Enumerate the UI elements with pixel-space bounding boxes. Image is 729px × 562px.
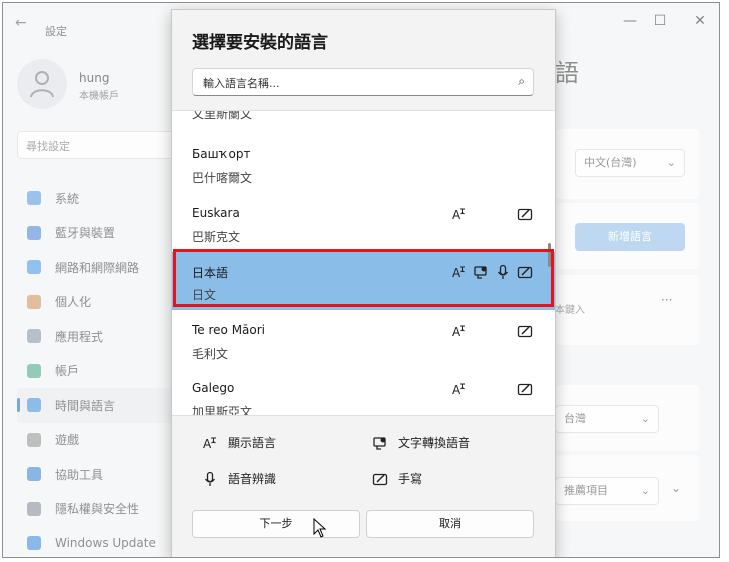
legend-text-to-speech: 文字轉換語音 bbox=[372, 434, 470, 451]
language-localized-name: 毛利文 bbox=[192, 346, 229, 361]
display-language-icon: A bbox=[451, 381, 467, 397]
handwriting-icon bbox=[517, 206, 533, 222]
legend-display-language: A 顯示語言 bbox=[202, 435, 277, 451]
language-localized-name: 加里斯亞文 bbox=[192, 405, 253, 416]
language-localized-name: 巴斯克文 bbox=[192, 229, 241, 244]
language-native-name: Galego bbox=[192, 381, 235, 395]
language-list-item[interactable]: Te reo Māori 毛利文 A bbox=[172, 311, 555, 369]
settings-window: ← 設定 — ☐ ✕ hung 本機帳戶 尋找設定 系統 藍牙與裝置 網路和網際網路… bbox=[2, 2, 720, 558]
feature-legend: A 顯示語言 文字轉換語音 語音辨識 手寫 bbox=[172, 418, 555, 498]
display-language-icon: A bbox=[451, 323, 467, 339]
language-native-name: Te reo Māori bbox=[192, 322, 266, 337]
language-list-item[interactable]: Башҡорт 巴什喀爾文 bbox=[172, 135, 555, 193]
display-language-icon: A bbox=[202, 435, 218, 451]
legend-handwriting: 手寫 bbox=[372, 470, 422, 487]
handwriting-icon bbox=[517, 323, 533, 339]
text-to-speech-icon bbox=[372, 435, 388, 451]
language-localized-name: 巴什喀爾文 bbox=[192, 171, 253, 185]
dialog-title: 選擇要安裝的語言 bbox=[192, 33, 328, 53]
search-icon: ⌕ bbox=[518, 74, 525, 88]
handwriting-icon bbox=[372, 471, 388, 487]
mouse-cursor-icon bbox=[313, 518, 327, 538]
language-search-input[interactable]: 輸入語言名稱... ⌕ bbox=[192, 68, 534, 96]
handwriting-icon bbox=[517, 381, 533, 397]
language-native-name: Euskara bbox=[192, 205, 240, 220]
language-native-name: Башҡорт bbox=[192, 147, 251, 161]
language-list-item[interactable]: Euskara 巴斯克文 A bbox=[172, 194, 555, 252]
selection-highlight-box bbox=[173, 249, 554, 307]
language-list-item[interactable]: Galego 加里斯亞文 A bbox=[172, 369, 555, 416]
svg-text:A: A bbox=[452, 208, 461, 222]
cancel-button[interactable]: 取消 bbox=[366, 510, 534, 538]
svg-text:A: A bbox=[452, 383, 461, 397]
next-button[interactable]: 下一步 bbox=[192, 510, 360, 538]
display-language-icon: A bbox=[451, 206, 467, 222]
svg-text:A: A bbox=[452, 325, 461, 339]
speech-recognition-icon bbox=[202, 471, 218, 487]
svg-text:A: A bbox=[203, 437, 212, 451]
list-item-partial: 文里斯蘭文 bbox=[192, 110, 253, 121]
legend-speech-recognition: 語音辨識 bbox=[202, 470, 276, 487]
